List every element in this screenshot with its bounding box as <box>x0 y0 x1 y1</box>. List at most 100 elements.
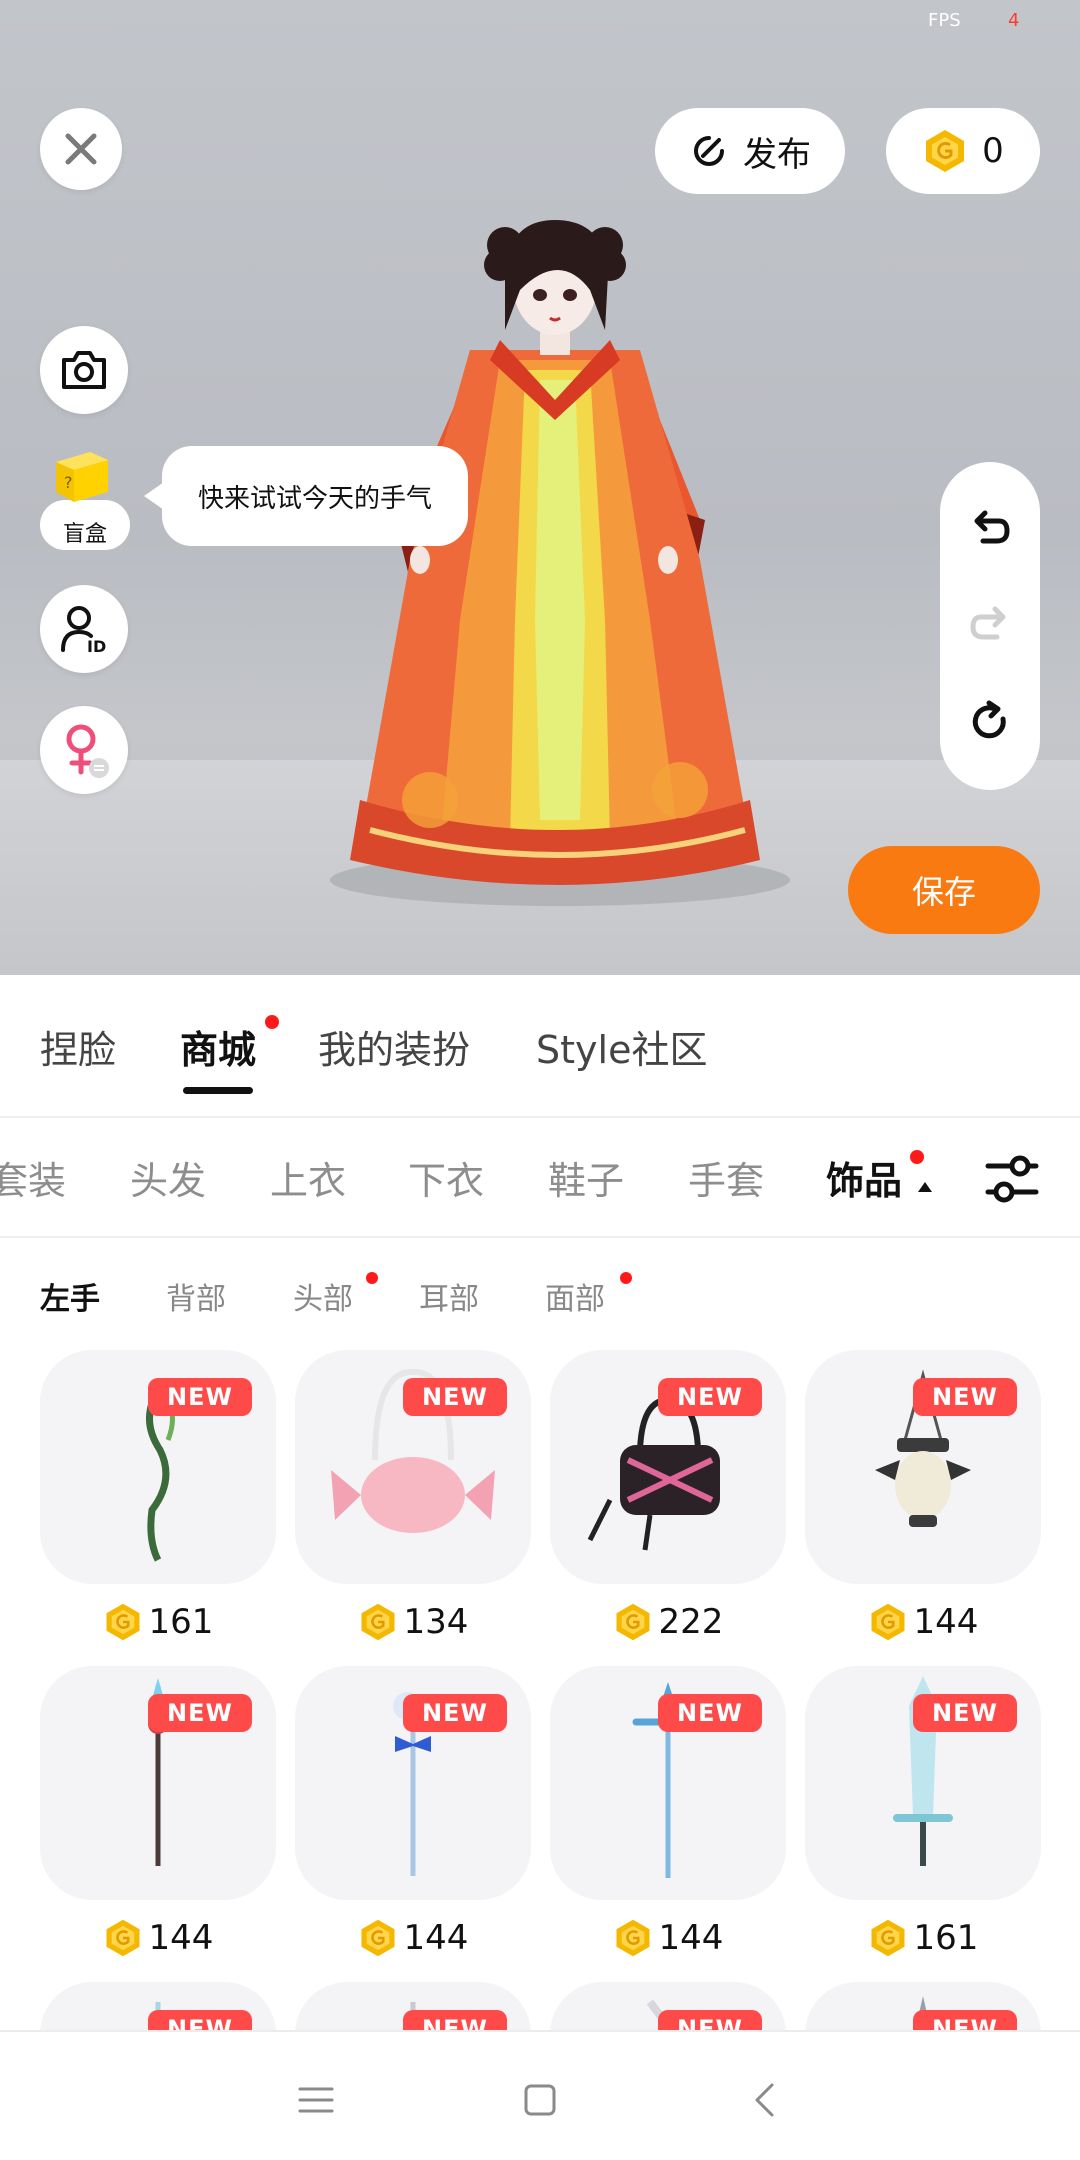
avatar-preview[interactable]: FPS 4 发布 0 盲盒 ? 快来试试今天的手气 ID 保存 <box>0 0 1080 975</box>
undo-icon[interactable] <box>967 507 1013 553</box>
history-panel <box>940 462 1040 790</box>
item-card[interactable]: NEW 161 <box>40 1350 276 1642</box>
item-card[interactable]: NEW <box>550 1982 786 2030</box>
category-hair[interactable]: 头发 <box>130 1150 206 1205</box>
price-value: 144 <box>658 1918 724 1958</box>
item-card[interactable]: NEW <box>295 1982 531 2030</box>
price-value: 134 <box>403 1602 469 1642</box>
sub-category-tabs: 左手 背部 头部 耳部 面部 <box>0 1268 1080 1328</box>
avatar-id-button[interactable]: ID <box>40 585 128 673</box>
coin-icon <box>926 130 965 172</box>
redo-icon[interactable] <box>967 603 1013 649</box>
price-value: 144 <box>913 1602 979 1642</box>
tab-my-outfits[interactable]: 我的装扮 <box>318 1019 470 1074</box>
item-card[interactable]: NEW <box>40 1982 276 2030</box>
price-value: 161 <box>913 1918 979 1958</box>
coin-icon <box>361 1603 395 1641</box>
price-value: 144 <box>403 1918 469 1958</box>
coin-icon <box>361 1919 395 1957</box>
item-thumbnail: NEW <box>805 1982 1041 2030</box>
divider <box>0 1236 1080 1238</box>
coin-icon <box>616 1603 650 1641</box>
accessories-new-dot <box>910 1150 924 1164</box>
publish-button[interactable]: 发布 <box>655 108 845 194</box>
female-icon <box>66 724 109 778</box>
camera-icon <box>62 351 106 389</box>
item-price: 161 <box>40 1602 276 1642</box>
new-badge: NEW <box>403 2010 507 2030</box>
new-badge: NEW <box>913 1378 1017 1416</box>
category-shoes[interactable]: 鞋子 <box>548 1150 624 1205</box>
price-value: 161 <box>148 1602 214 1642</box>
save-button[interactable]: 保存 <box>848 846 1040 934</box>
new-badge: NEW <box>658 1694 762 1732</box>
item-price: 144 <box>550 1918 786 1958</box>
menu-button[interactable] <box>286 2070 346 2130</box>
item-card[interactable]: NEW <box>805 1982 1041 2030</box>
item-price: 144 <box>40 1918 276 1958</box>
back-button[interactable] <box>734 2070 794 2130</box>
new-badge: NEW <box>913 2010 1017 2030</box>
item-thumbnail: NEW <box>295 1982 531 2030</box>
item-price: 144 <box>295 1918 531 1958</box>
item-card[interactable]: NEW 144 <box>40 1666 276 1958</box>
category-bottoms[interactable]: 下衣 <box>408 1150 484 1205</box>
coin-count: 0 <box>982 131 1004 171</box>
sub-tab-head[interactable]: 头部 <box>293 1274 353 1318</box>
item-thumbnail: NEW <box>550 1982 786 2030</box>
fps-value: 4 <box>1008 10 1020 31</box>
fps-label: FPS <box>928 10 961 31</box>
category-accessories[interactable]: 饰品 <box>826 1150 902 1205</box>
tab-face[interactable]: 捏脸 <box>40 1019 116 1074</box>
item-card[interactable]: NEW 144 <box>805 1350 1041 1642</box>
camera-button[interactable] <box>40 326 128 414</box>
gender-switch-button[interactable] <box>40 706 128 794</box>
item-thumbnail: NEW <box>805 1666 1041 1900</box>
item-price: 144 <box>805 1602 1041 1642</box>
category-tops[interactable]: 上衣 <box>270 1150 346 1205</box>
tab-shop[interactable]: 商城 <box>180 1019 256 1074</box>
coin-icon <box>106 1919 140 1957</box>
new-badge: NEW <box>148 1378 252 1416</box>
publish-icon <box>694 136 724 166</box>
close-icon <box>65 133 97 165</box>
main-tabs: 捏脸 商城 我的装扮 Style社区 <box>0 975 1080 1115</box>
price-value: 222 <box>658 1602 724 1642</box>
coin-icon <box>616 1919 650 1957</box>
new-badge: NEW <box>658 1378 762 1416</box>
close-button[interactable] <box>40 108 122 190</box>
user-id-icon: ID <box>61 606 106 654</box>
svg-text:?: ? <box>64 473 73 492</box>
publish-label: 发布 <box>743 134 811 175</box>
divider <box>0 1116 1080 1118</box>
sub-tab-left-hand[interactable]: 左手 <box>40 1274 100 1318</box>
item-price: 134 <box>295 1602 531 1642</box>
item-card[interactable]: NEW 222 <box>550 1350 786 1642</box>
coin-balance[interactable]: 0 <box>886 108 1040 194</box>
active-tab-indicator <box>183 1087 253 1094</box>
menu-icon <box>298 2087 334 2113</box>
category-suits[interactable]: 套装 <box>0 1150 66 1205</box>
category-tabs: 套装 头发 上衣 下衣 鞋子 手套 饰品 <box>0 1120 1080 1238</box>
item-card[interactable]: NEW 134 <box>295 1350 531 1642</box>
reset-icon[interactable] <box>967 699 1013 745</box>
new-badge: NEW <box>403 1694 507 1732</box>
item-card[interactable]: NEW 144 <box>550 1666 786 1958</box>
home-square-icon <box>524 2084 556 2116</box>
sub-tab-back[interactable]: 背部 <box>166 1274 226 1318</box>
category-gloves[interactable]: 手套 <box>688 1150 764 1205</box>
coin-icon <box>871 1919 905 1957</box>
blind-box-icon: ? <box>56 452 108 502</box>
sub-tab-ears[interactable]: 耳部 <box>419 1274 479 1318</box>
home-button[interactable] <box>510 2070 570 2130</box>
item-price: 161 <box>805 1918 1041 1958</box>
blind-box-button[interactable]: 盲盒 ? <box>40 448 130 552</box>
coin-icon <box>871 1603 905 1641</box>
shop-new-dot <box>265 1015 279 1029</box>
sub-tab-face[interactable]: 面部 <box>545 1274 605 1318</box>
item-card[interactable]: NEW 144 <box>295 1666 531 1958</box>
item-card[interactable]: NEW 161 <box>805 1666 1041 1958</box>
new-badge: NEW <box>148 2010 252 2030</box>
tab-style-community[interactable]: Style社区 <box>536 1019 707 1074</box>
filter-icon[interactable] <box>984 1152 1040 1206</box>
